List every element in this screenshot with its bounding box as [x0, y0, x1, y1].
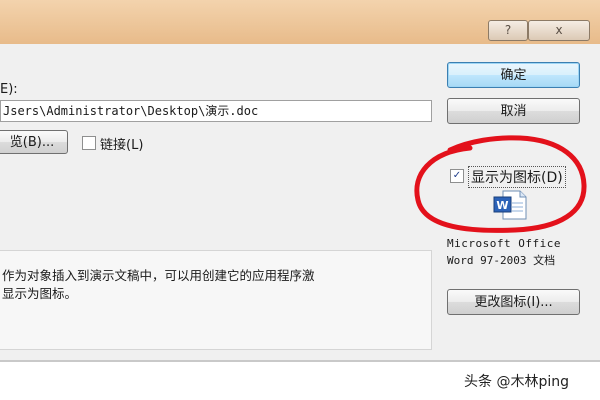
result-text-line1: 作为对象插入到演示文稿中，可以用创建它的应用程序激: [2, 268, 315, 283]
result-text-line2: 显示为图标。: [2, 286, 78, 301]
link-checkbox[interactable]: [82, 136, 96, 150]
filename-label: E):: [0, 82, 18, 97]
browse-button[interactable]: 览(B)...: [0, 130, 68, 154]
change-icon-button[interactable]: 更改图标(I)...: [447, 289, 580, 315]
icon-caption-line1: Microsoft Office: [447, 237, 561, 250]
svg-text:W: W: [496, 199, 508, 212]
display-as-icon-checkbox[interactable]: ✓: [450, 169, 464, 183]
help-button[interactable]: ?: [488, 20, 528, 41]
ok-button[interactable]: 确定: [447, 62, 580, 88]
help-icon: ?: [504, 23, 512, 37]
watermark: 头条 @木林ping: [464, 374, 569, 390]
window-titlebar: ? x: [0, 0, 600, 44]
filename-input[interactable]: Jsers\Administrator\Desktop\演示.doc: [0, 100, 432, 122]
word-document-icon: W: [493, 190, 527, 220]
display-as-icon-label: 显示为图标(D): [468, 166, 566, 188]
close-button[interactable]: x: [528, 20, 590, 41]
link-label: 链接(L): [100, 138, 144, 153]
close-icon: x: [555, 23, 563, 37]
result-group: 作为对象插入到演示文稿中，可以用创建它的应用程序激 显示为图标。: [0, 250, 432, 350]
icon-caption-line2: Word 97-2003 文档: [447, 254, 556, 267]
cancel-button[interactable]: 取消: [447, 98, 580, 124]
